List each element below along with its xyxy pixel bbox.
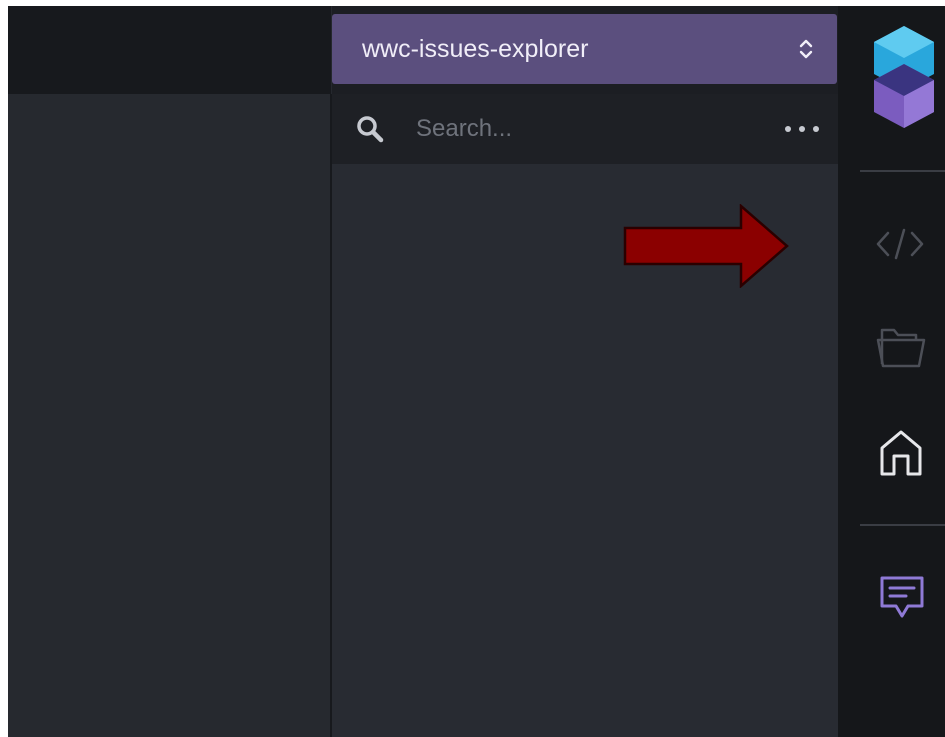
app-window: wwc-issues-explorer <box>8 6 945 737</box>
project-name: wwc-issues-explorer <box>362 34 589 63</box>
activity-separator <box>860 170 945 172</box>
product-logo-icon[interactable] <box>872 24 936 130</box>
search-icon <box>357 116 384 143</box>
search-bar <box>332 94 838 164</box>
activity-bar <box>838 6 945 737</box>
feedback-icon[interactable] <box>878 574 926 622</box>
panel-header: wwc-issues-explorer <box>332 6 838 94</box>
home-icon[interactable] <box>878 428 924 478</box>
chevron-up-down-icon <box>799 39 813 59</box>
activity-separator <box>860 524 945 526</box>
more-horizontal-icon[interactable] <box>782 123 822 135</box>
project-selector[interactable]: wwc-issues-explorer <box>332 14 837 84</box>
explorer-panel: wwc-issues-explorer <box>332 6 838 737</box>
top-bar <box>8 6 331 94</box>
folder-icon[interactable] <box>876 324 926 370</box>
red-arrow-annotation <box>623 204 789 288</box>
search-input[interactable] <box>414 108 782 150</box>
code-icon[interactable] <box>874 226 926 262</box>
editor-area <box>8 94 331 737</box>
